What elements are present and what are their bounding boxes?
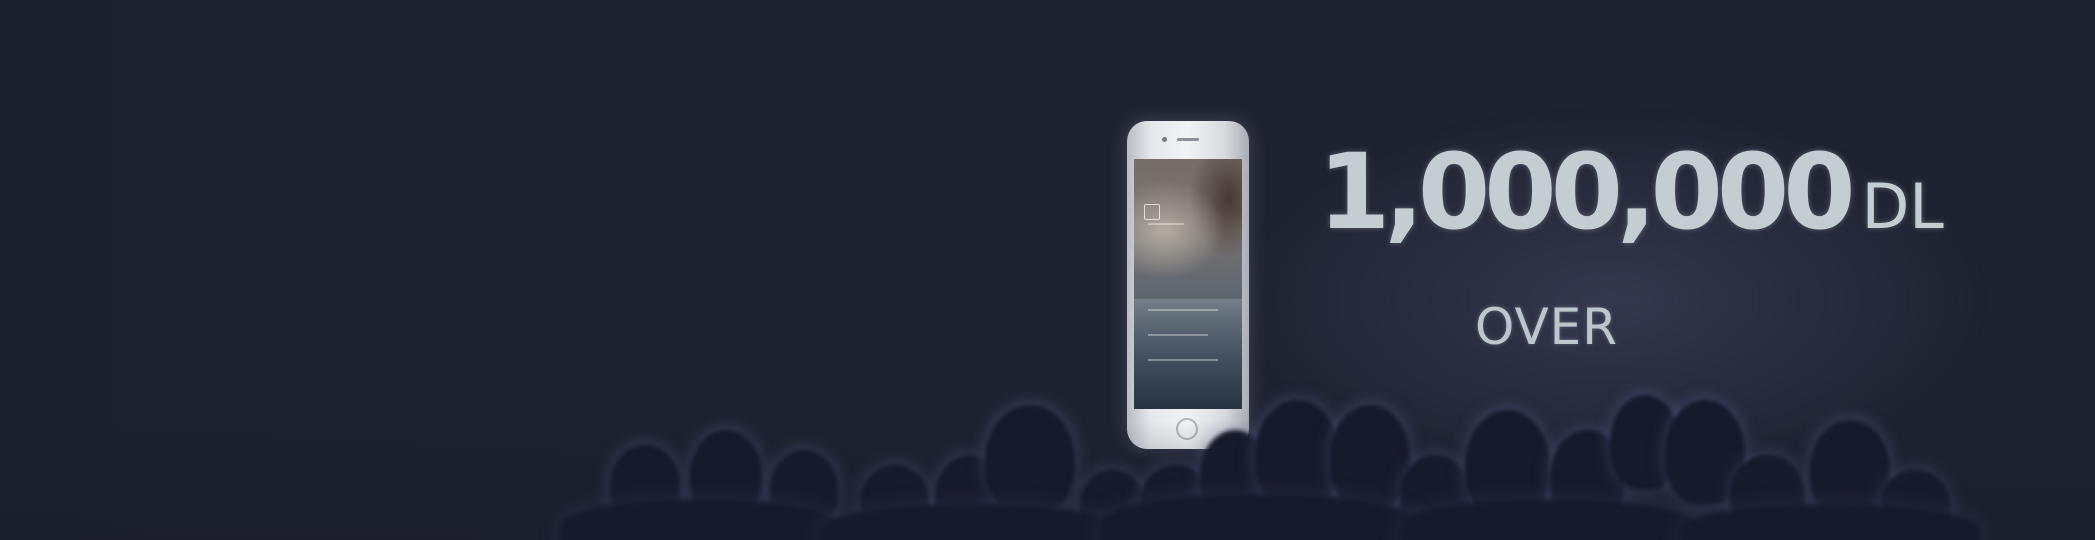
- screen-ui-line: [1148, 359, 1218, 361]
- download-number: 1,000,000: [1318, 131, 1856, 253]
- bottom-fade: [0, 420, 2095, 540]
- download-unit: DL: [1861, 170, 1944, 243]
- hero-banner: 1,000,000 DL OVER: [0, 0, 2095, 540]
- app-logo-icon: [1144, 204, 1160, 220]
- screen-ui-line: [1148, 309, 1218, 311]
- phone-camera: [1162, 137, 1167, 142]
- smartphone-icon: [1127, 121, 1249, 449]
- phone-speaker: [1177, 138, 1199, 141]
- download-count: 1,000,000 DL: [1318, 140, 1944, 244]
- phone-screen: [1134, 159, 1242, 409]
- screen-wallpaper-water: [1134, 299, 1242, 409]
- screen-ui-line: [1148, 223, 1184, 225]
- screen-ui-line: [1148, 334, 1208, 336]
- over-label: OVER: [1475, 298, 1619, 356]
